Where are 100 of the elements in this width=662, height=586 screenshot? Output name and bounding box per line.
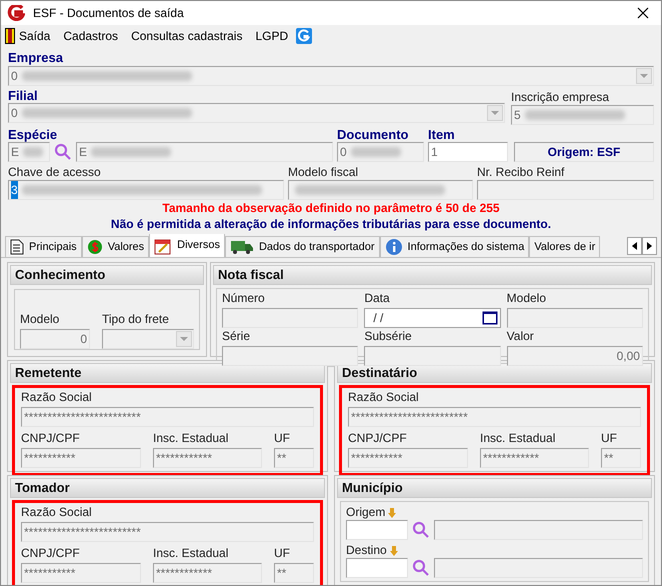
input-field[interactable]: ************ (153, 448, 262, 468)
group-title: Município (337, 478, 652, 498)
field-label: Tipo do frete (102, 312, 169, 327)
group-title: Tomador (10, 478, 325, 498)
field-label: Data (364, 291, 390, 306)
field-label: UF (274, 431, 290, 446)
field-label: Insc. Estadual (153, 546, 228, 561)
tab[interactable]: Valores (82, 236, 150, 257)
dollar-icon (86, 239, 103, 255)
group-title: Conhecimento (10, 265, 204, 285)
input-field[interactable] (477, 180, 654, 200)
close-icon[interactable] (637, 7, 649, 19)
field-label: Insc. Estadual (153, 431, 228, 446)
input-field[interactable] (102, 329, 194, 349)
input-field[interactable]: 0 (8, 103, 505, 123)
input-field[interactable]: *********** (21, 563, 141, 583)
field-label: Destino (346, 543, 387, 558)
field-label: Número (222, 291, 265, 306)
input-field[interactable]: ************************* (21, 522, 314, 542)
input-field[interactable]: 0 (8, 66, 654, 86)
tab[interactable]: Informações do sistema (380, 236, 530, 257)
input-field[interactable] (364, 346, 501, 366)
field-label: Razão Social (21, 505, 92, 520)
field-label: Modelo (506, 291, 546, 306)
input-field[interactable]: ************ (153, 563, 262, 583)
menu-item[interactable]: Saída (19, 27, 50, 45)
input-field[interactable]: 0,00 (506, 346, 643, 366)
input-field[interactable] (506, 308, 643, 328)
field-label: Origem (346, 505, 386, 520)
input-field[interactable] (434, 558, 643, 578)
search-icon[interactable] (412, 559, 430, 577)
scroll-left-button[interactable] (627, 236, 642, 254)
input-field[interactable]: *********** (21, 448, 141, 468)
blurred-value (23, 147, 44, 157)
tab[interactable]: Principais (5, 236, 82, 257)
menu-item[interactable]: LGPD (255, 27, 288, 45)
input-field[interactable] (434, 520, 643, 540)
search-icon[interactable] (412, 521, 430, 539)
group-title: Nota fiscal (213, 265, 652, 285)
input-field[interactable]: ************************* (348, 407, 641, 427)
tab[interactable]: Diversos (149, 234, 225, 257)
truck-icon (230, 239, 254, 255)
field-label: Chave de acesso (8, 165, 101, 180)
app-logo-icon (7, 5, 25, 21)
input-field[interactable]: ************ (480, 448, 589, 468)
input-field[interactable]: ** (601, 448, 641, 468)
field-label: Razão Social (348, 390, 419, 405)
notice-text: Não é permitida a alteração de informações tributárias para esse documento. (110, 217, 552, 232)
input-field[interactable] (222, 308, 358, 328)
input-field[interactable]: ************************* (21, 407, 314, 427)
date-field[interactable]: / / (364, 308, 501, 328)
input-field[interactable]: 5 (511, 105, 654, 125)
input-field[interactable]: 1 (428, 142, 508, 162)
input-field[interactable]: 0 (337, 142, 424, 162)
input-field[interactable] (222, 346, 358, 366)
input-field[interactable] (288, 180, 473, 200)
search-icon[interactable] (54, 143, 72, 161)
window-title: ESF - Documentos de saída (33, 5, 185, 22)
field-label: Empresa (8, 50, 63, 65)
field-label: Subsérie (364, 329, 412, 344)
caret-right-icon (647, 242, 652, 250)
field-label: Modelo (20, 312, 60, 327)
document-icon (10, 239, 24, 255)
field-label: Modelo fiscal (288, 165, 358, 180)
field-label: Nr. Recibo Reinf (477, 165, 564, 180)
tab[interactable]: Valores de ir (529, 236, 600, 257)
field-label: Item (428, 127, 455, 142)
field-label: CNPJ/CPF (348, 431, 407, 446)
input-field[interactable]: ** (274, 448, 314, 468)
field-label: Inscrição empresa (511, 90, 610, 105)
field-label: CNPJ/CPF (21, 546, 80, 561)
input-field[interactable] (346, 520, 408, 540)
caret-left-icon (632, 242, 637, 250)
input-field[interactable]: *********** (348, 448, 468, 468)
menu-item[interactable]: Consultas cadastrais (131, 27, 242, 45)
field-label: CNPJ/CPF (21, 431, 80, 446)
arrow-down-icon (390, 546, 398, 556)
menu-item[interactable]: Cadastros (63, 27, 118, 45)
tab[interactable]: Dados do transportador (224, 236, 380, 257)
notice-text: Tamanho da observação definido no parâmetro é 50 de 255 (161, 201, 501, 216)
input-field[interactable]: 3 (8, 180, 284, 200)
field-label: UF (274, 546, 290, 561)
input-field[interactable] (346, 558, 408, 578)
app-logo-icon[interactable] (296, 28, 312, 44)
field-label: Razão Social (21, 390, 92, 405)
scroll-right-button[interactable] (642, 236, 657, 254)
field-label: Filial (8, 88, 38, 103)
field-label: Insc. Estadual (480, 431, 556, 446)
field-label: Documento (337, 127, 408, 142)
blurred-value (350, 147, 401, 157)
input-field[interactable]: E (76, 142, 333, 162)
info-icon (384, 238, 403, 256)
arrow-down-icon (388, 508, 396, 518)
field-label: Valor (506, 329, 534, 344)
field-label: Série (222, 329, 250, 344)
input-field[interactable]: ** (274, 563, 314, 583)
input-field[interactable]: E (8, 142, 50, 162)
input-field[interactable]: 0 (20, 329, 90, 349)
group-title: Remetente (10, 363, 325, 383)
field-label: Espécie (8, 127, 58, 142)
